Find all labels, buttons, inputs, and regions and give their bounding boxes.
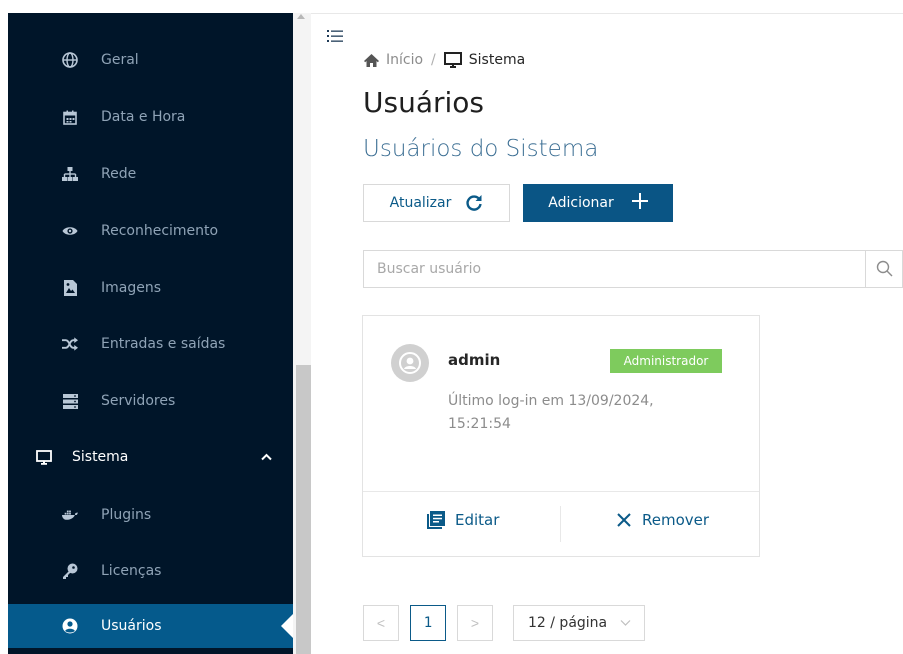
close-icon: [616, 512, 632, 528]
server-icon: [62, 393, 78, 409]
pagination-next-button[interactable]: >: [457, 605, 493, 641]
sidebar-item-reconhecimento[interactable]: Reconhecimento: [8, 209, 293, 253]
edit-label: Editar: [455, 511, 500, 529]
sidebar-item-label: Plugins: [101, 507, 152, 523]
search-input[interactable]: [364, 251, 866, 287]
docker-icon: [62, 507, 78, 523]
page-size-value: 12 / página: [528, 615, 608, 631]
remove-user-button[interactable]: Remover: [616, 511, 709, 529]
refresh-icon: [465, 194, 483, 212]
scrollbar-thumb[interactable]: [296, 365, 311, 654]
last-login-text: Último log-in em 13/09/2024, 15:21:54: [448, 393, 654, 432]
sidebar-item-entradas-saidas[interactable]: Entradas e saídas: [8, 322, 293, 366]
shuffle-icon: [62, 336, 78, 352]
remove-label: Remover: [642, 511, 710, 529]
page-size-select[interactable]: 12 / página: [513, 605, 645, 641]
sidebar-item-licencas[interactable]: Licenças: [8, 549, 293, 593]
search-icon[interactable]: [876, 260, 893, 277]
page-title: Usuários: [363, 86, 484, 119]
sidebar-item-geral[interactable]: Geral: [8, 38, 293, 82]
plus-icon: [631, 192, 648, 214]
menu-toggle-icon[interactable]: [327, 28, 343, 44]
sidebar-item-data-hora[interactable]: Data e Hora: [8, 95, 293, 139]
pagination-prev-button[interactable]: <: [363, 605, 399, 641]
key-icon: [62, 563, 78, 579]
sidebar-item-label: Reconhecimento: [101, 223, 219, 239]
scroll-up-arrow-icon[interactable]: [297, 12, 305, 21]
sidebar-item-label: Geral: [101, 52, 139, 68]
breadcrumb: Início / Sistema: [363, 52, 525, 68]
monitor-icon: [443, 52, 462, 68]
sidebar-item-label: Imagens: [101, 280, 162, 296]
sidebar-item-label: Data e Hora: [101, 109, 186, 125]
pagination-page-button[interactable]: 1: [410, 605, 446, 641]
sidebar-item-label: Licenças: [101, 563, 162, 579]
sidebar-item-usuarios[interactable]: Usuários: [8, 604, 293, 648]
sidebar-group-sistema[interactable]: Sistema: [8, 435, 293, 479]
user-name: admin: [448, 351, 501, 369]
sidebar-item-servidores[interactable]: Servidores: [8, 379, 293, 423]
breadcrumb-separator: /: [431, 52, 436, 68]
actions-divider: [560, 506, 561, 542]
sidebar-group-label: Sistema: [72, 449, 129, 465]
sidebar-item-label: Entradas e saídas: [101, 336, 226, 352]
eye-icon: [62, 223, 78, 239]
globe-icon: [62, 52, 78, 68]
avatar: [391, 344, 429, 382]
monitor-icon: [36, 449, 52, 465]
sidebar-item-label: Rede: [101, 166, 137, 182]
active-indicator: [281, 614, 293, 638]
add-button-label: Adicionar: [548, 195, 614, 211]
user-card: admin Administrador Último log-in em 13/…: [362, 315, 760, 557]
refresh-button-label: Atualizar: [389, 195, 452, 211]
sidebar-item-label: Usuários: [101, 618, 162, 634]
edit-user-button[interactable]: Editar: [427, 511, 499, 529]
search-box: [363, 250, 903, 288]
image-file-icon: [62, 280, 78, 296]
home-icon[interactable]: [363, 53, 380, 68]
add-user-button[interactable]: Adicionar: [523, 184, 673, 222]
page-subtitle: Usuários do Sistema: [363, 136, 599, 162]
search-divider: [865, 251, 866, 287]
window-edge: [0, 0, 8, 654]
sidebar-item-imagens[interactable]: Imagens: [8, 266, 293, 310]
sidebar-item-plugins[interactable]: Plugins: [8, 493, 293, 537]
sidebar-item-label: Servidores: [101, 393, 176, 409]
breadcrumb-current: Sistema: [468, 52, 526, 68]
calendar-icon: [62, 109, 78, 125]
edit-icon: [427, 511, 445, 529]
header-divider: [311, 13, 903, 14]
refresh-button[interactable]: Atualizar: [363, 184, 510, 222]
chevron-up-icon: [261, 450, 272, 464]
sidebar: Geral Data e Hora Rede Reconhecimento Im…: [8, 13, 293, 654]
network-icon: [62, 166, 78, 182]
user-circle-icon: [62, 618, 78, 634]
chevron-down-icon: [620, 616, 631, 630]
sidebar-item-rede[interactable]: Rede: [8, 152, 293, 196]
role-badge: Administrador: [610, 349, 722, 373]
card-divider: [363, 491, 759, 492]
breadcrumb-home-link[interactable]: Início: [386, 52, 423, 68]
